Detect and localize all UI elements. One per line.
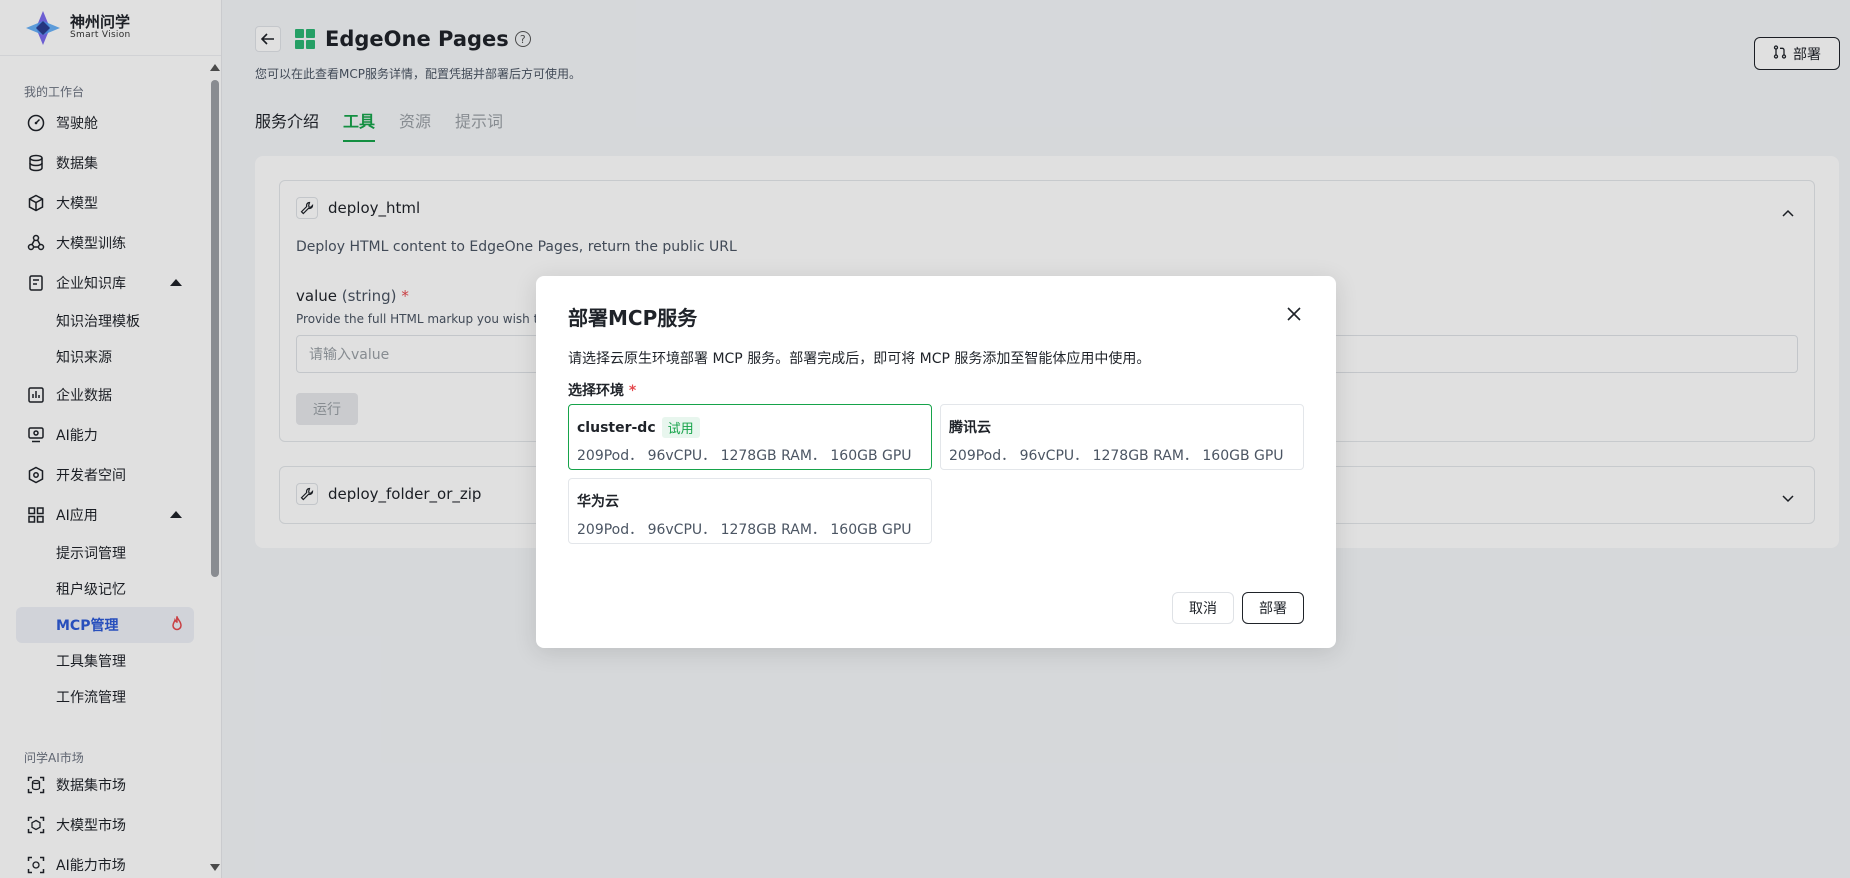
env-spec: 209Pod． 96vCPU． 1278GB RAM． 160GB GPU xyxy=(577,448,912,464)
env-name: cluster-dc xyxy=(577,419,656,436)
dialog-description: 请选择云原生环境部署 MCP 服务。部署完成后，即可将 MCP 服务添加至智能体… xyxy=(568,351,1151,367)
env-option-cluster-dc[interactable]: cluster-dc 试用 209Pod． 96vCPU． 1278GB RAM… xyxy=(568,404,932,470)
env-label-text: 选择环境 xyxy=(568,383,624,399)
confirm-deploy-button[interactable]: 部署 xyxy=(1242,592,1304,624)
dialog-title: 部署MCP服务 xyxy=(568,306,698,330)
required-mark: * xyxy=(628,383,637,399)
env-name: 华为云 xyxy=(577,494,619,510)
env-spec: 209Pod． 96vCPU． 1278GB RAM． 160GB GPU xyxy=(577,522,912,538)
env-option-tencent-cloud[interactable]: 腾讯云 209Pod． 96vCPU． 1278GB RAM． 160GB GP… xyxy=(940,404,1304,470)
env-name: 腾讯云 xyxy=(949,420,991,436)
close-icon[interactable] xyxy=(1286,306,1302,322)
cancel-button[interactable]: 取消 xyxy=(1172,592,1234,624)
deploy-mcp-dialog: 部署MCP服务 请选择云原生环境部署 MCP 服务。部署完成后，即可将 MCP … xyxy=(536,276,1336,648)
env-option-huawei-cloud[interactable]: 华为云 209Pod． 96vCPU． 1278GB RAM． 160GB GP… xyxy=(568,478,932,544)
env-spec: 209Pod． 96vCPU． 1278GB RAM． 160GB GPU xyxy=(949,448,1284,464)
env-label: 选择环境 * xyxy=(568,380,636,400)
trial-badge: 试用 xyxy=(661,417,700,438)
